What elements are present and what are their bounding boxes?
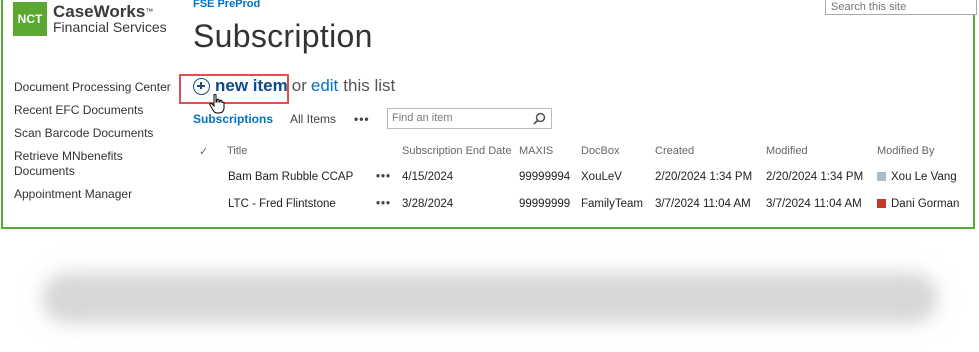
command-bar: new item or edit this list <box>193 76 395 96</box>
row-modified: 2/20/2024 1:34 PM <box>766 171 864 183</box>
page-frame: NCT CaseWorks™ Financial Services FSE Pr… <box>1 0 977 229</box>
column-header-modified-by[interactable]: Modified By <box>877 145 934 157</box>
find-item-placeholder: Find an item <box>392 112 453 124</box>
row-maxis: 99999994 <box>519 171 571 183</box>
plus-circle-icon <box>193 77 210 95</box>
row-end-date: 4/15/2024 <box>402 171 454 183</box>
new-item-button[interactable]: new item <box>193 76 288 96</box>
view-selector: Subscriptions All Items ••• <box>193 112 370 126</box>
sidenav-item-appointment-manager[interactable]: Appointment Manager <box>14 187 174 202</box>
row-created: 3/7/2024 11:04 AM <box>655 198 751 210</box>
find-item-search[interactable]: Find an item <box>387 108 552 129</box>
view-subscriptions[interactable]: Subscriptions <box>193 112 273 126</box>
or-text: or <box>291 76 307 95</box>
logo-main-text: CaseWorks <box>53 1 146 21</box>
nct-logo-mark: NCT <box>13 2 47 36</box>
row-menu-button[interactable]: ••• <box>376 198 391 210</box>
row-docbox: FamilyTeam <box>581 198 643 210</box>
row-maxis: 99999999 <box>519 198 571 210</box>
sidenav-item-document-processing-center[interactable]: Document Processing Center <box>14 80 174 95</box>
logo-sub-text: Financial Services <box>53 18 167 35</box>
sidenav-item-retrieve-mnbenefits-documents[interactable]: Retrieve MNbenefits Documents <box>14 149 174 179</box>
row-title[interactable]: LTC - Fred Flintstone <box>228 198 336 210</box>
row-end-date: 3/28/2024 <box>402 198 454 210</box>
search-icon[interactable] <box>533 112 546 125</box>
logo-trademark: ™ <box>145 6 154 16</box>
new-item-label: new item <box>215 76 288 95</box>
search-site-input[interactable] <box>825 0 977 15</box>
row-modified-by[interactable]: Xou Le Vang <box>877 171 957 183</box>
sidenav-item-recent-efc-documents[interactable]: Recent EFC Documents <box>14 103 174 118</box>
row-modified: 3/7/2024 11:04 AM <box>766 198 862 210</box>
quick-launch-nav: Document Processing Center Recent EFC Do… <box>14 80 174 210</box>
presence-indicator-icon <box>877 199 886 208</box>
this-list-text: this list <box>343 76 396 95</box>
breadcrumb[interactable]: FSE PreProd <box>193 0 260 10</box>
column-header-docbox[interactable]: DocBox <box>581 145 620 157</box>
blurred-region <box>45 276 935 320</box>
column-header-maxis[interactable]: MAXIS <box>519 145 553 157</box>
row-docbox: XouLeV <box>581 171 622 183</box>
row-modified-by-name: Xou Le Vang <box>891 171 957 183</box>
row-menu-button[interactable]: ••• <box>376 171 391 183</box>
view-all-items[interactable]: All Items <box>290 112 336 126</box>
edit-list-link[interactable]: edit <box>311 76 338 96</box>
row-modified-by-name: Dani Gorman <box>891 198 960 210</box>
table-row[interactable]: LTC - Fred Flintstone ••• 3/28/2024 9999… <box>199 198 979 218</box>
sidenav-item-scan-barcode-documents[interactable]: Scan Barcode Documents <box>14 126 174 141</box>
row-created: 2/20/2024 1:34 PM <box>655 171 753 183</box>
caseworks-logo[interactable]: NCT CaseWorks™ Financial Services <box>13 2 167 36</box>
presence-indicator-icon <box>877 172 886 181</box>
more-views-button[interactable]: ••• <box>354 112 370 126</box>
row-title[interactable]: Bam Bam Rubble CCAP <box>228 171 353 183</box>
row-modified-by[interactable]: Dani Gorman <box>877 198 959 210</box>
column-header-modified[interactable]: Modified <box>766 145 808 157</box>
logo-text: CaseWorks™ Financial Services <box>53 1 167 35</box>
page-title: Subscription <box>193 18 373 54</box>
hand-pointer-cursor-icon <box>209 94 225 114</box>
column-header-end-date[interactable]: Subscription End Date <box>402 145 511 157</box>
column-header-title[interactable]: Title <box>227 145 247 157</box>
select-all-checkmark[interactable]: ✓ <box>199 145 208 158</box>
column-header-created[interactable]: Created <box>655 145 694 157</box>
table-row[interactable]: Bam Bam Rubble CCAP ••• 4/15/2024 999999… <box>199 171 979 191</box>
